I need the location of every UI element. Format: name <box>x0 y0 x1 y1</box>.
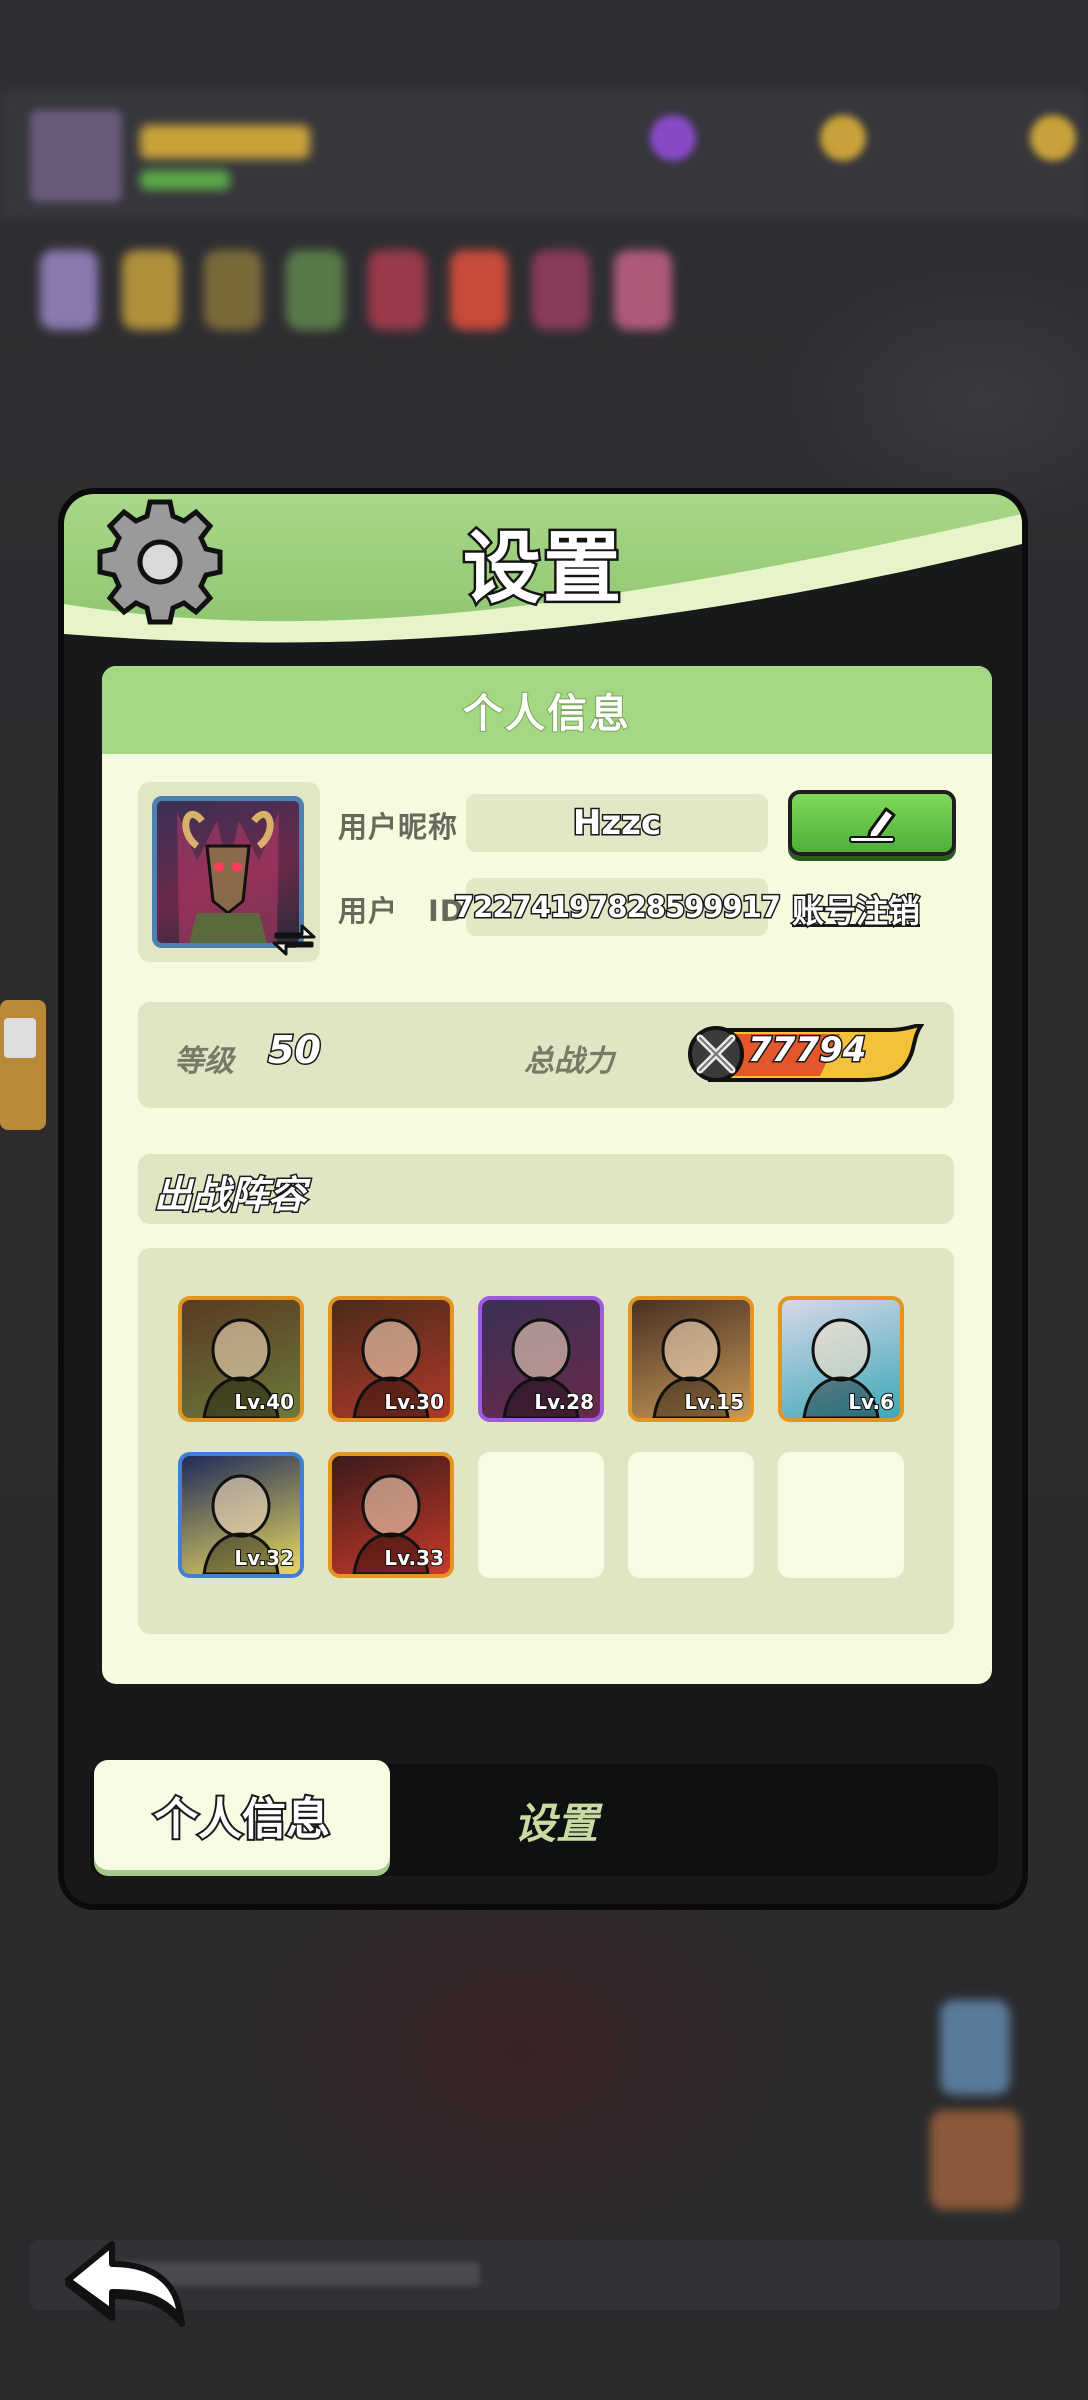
tab-profile[interactable]: 个人信息 <box>94 1760 390 1870</box>
cancel-account-link[interactable]: 账号注销 <box>790 886 921 932</box>
hero-level-label: Lv.30 <box>383 1389 445 1415</box>
user-id-field: 72274197828599917 <box>452 878 783 936</box>
hero-slot[interactable]: Lv.6 <box>778 1296 904 1422</box>
team-title: 出战阵容 <box>152 1172 307 1219</box>
hero-level-label: Lv.33 <box>383 1545 445 1571</box>
profile-card: 个人信息 用户昵称 Hzzc 用户 ID 72274197828599917 账… <box>102 666 992 1684</box>
settings-panel: 设置 个人信息 用户昵称 Hzzc 用户 ID 7227419782859991… <box>58 488 1028 1910</box>
hero-slot[interactable]: Lv.32 <box>178 1452 304 1578</box>
background-exp-bar <box>140 170 230 190</box>
hero-level-label: Lv.6 <box>847 1389 895 1415</box>
swap-arrows-icon[interactable] <box>272 920 316 960</box>
hero-slot[interactable]: Lv.15 <box>628 1296 754 1422</box>
crossed-swords-icon <box>688 1026 744 1082</box>
hero-slot[interactable]: Lv.30 <box>328 1296 454 1422</box>
pencil-icon <box>849 807 896 843</box>
background-gem-icon <box>650 115 696 161</box>
level-value: 50 <box>267 1027 323 1074</box>
stats-bar: 等级 50 总战力 77794 <box>138 1002 954 1108</box>
user-id-label: 用户 ID <box>338 894 465 928</box>
tab-profile-label: 个人信息 <box>152 1792 332 1847</box>
hero-level-label: Lv.32 <box>233 1545 295 1571</box>
edit-nickname-button[interactable] <box>788 790 956 856</box>
nickname-label: 用户昵称 <box>338 810 459 844</box>
background-coin-icon <box>1030 115 1076 161</box>
background-coin-icon <box>820 115 866 161</box>
background-hero-row <box>40 250 672 330</box>
back-arrow-icon[interactable] <box>60 2240 190 2330</box>
hero-level-label: Lv.15 <box>683 1389 745 1415</box>
hero-slot[interactable]: Lv.28 <box>478 1296 604 1422</box>
hero-slot[interactable]: Lv.33 <box>328 1452 454 1578</box>
background-name-bar <box>140 125 310 159</box>
background-npc <box>930 2110 1020 2210</box>
panel-title: 设置 <box>460 522 623 617</box>
power-label: 总战力 <box>524 1044 614 1079</box>
background-player-avatar <box>30 110 122 202</box>
hero-level-label: Lv.28 <box>533 1389 595 1415</box>
profile-section-title: 个人信息 <box>462 690 631 738</box>
hero-slot[interactable]: Lv.40 <box>178 1296 304 1422</box>
empty-hero-slot[interactable] <box>778 1452 904 1578</box>
hero-level-label: Lv.40 <box>233 1389 295 1415</box>
team-lineup: Lv.40 Lv.30 Lv.28 Lv.15 Lv.6 Lv.32 Lv.33 <box>138 1248 954 1634</box>
level-label: 等级 <box>174 1044 234 1079</box>
background-npc <box>940 2000 1010 2095</box>
empty-hero-slot[interactable] <box>628 1452 754 1578</box>
nickname-field: Hzzc <box>466 794 768 852</box>
tab-settings[interactable]: 设置 <box>514 1790 598 1851</box>
profile-section-header: 个人信息 <box>102 666 992 754</box>
avatar-container[interactable] <box>138 782 320 962</box>
team-header: 出战阵容 <box>138 1154 954 1224</box>
total-power-value: 77794 <box>746 1029 867 1072</box>
empty-hero-slot[interactable] <box>478 1452 604 1578</box>
background-side-device <box>0 1000 46 1130</box>
